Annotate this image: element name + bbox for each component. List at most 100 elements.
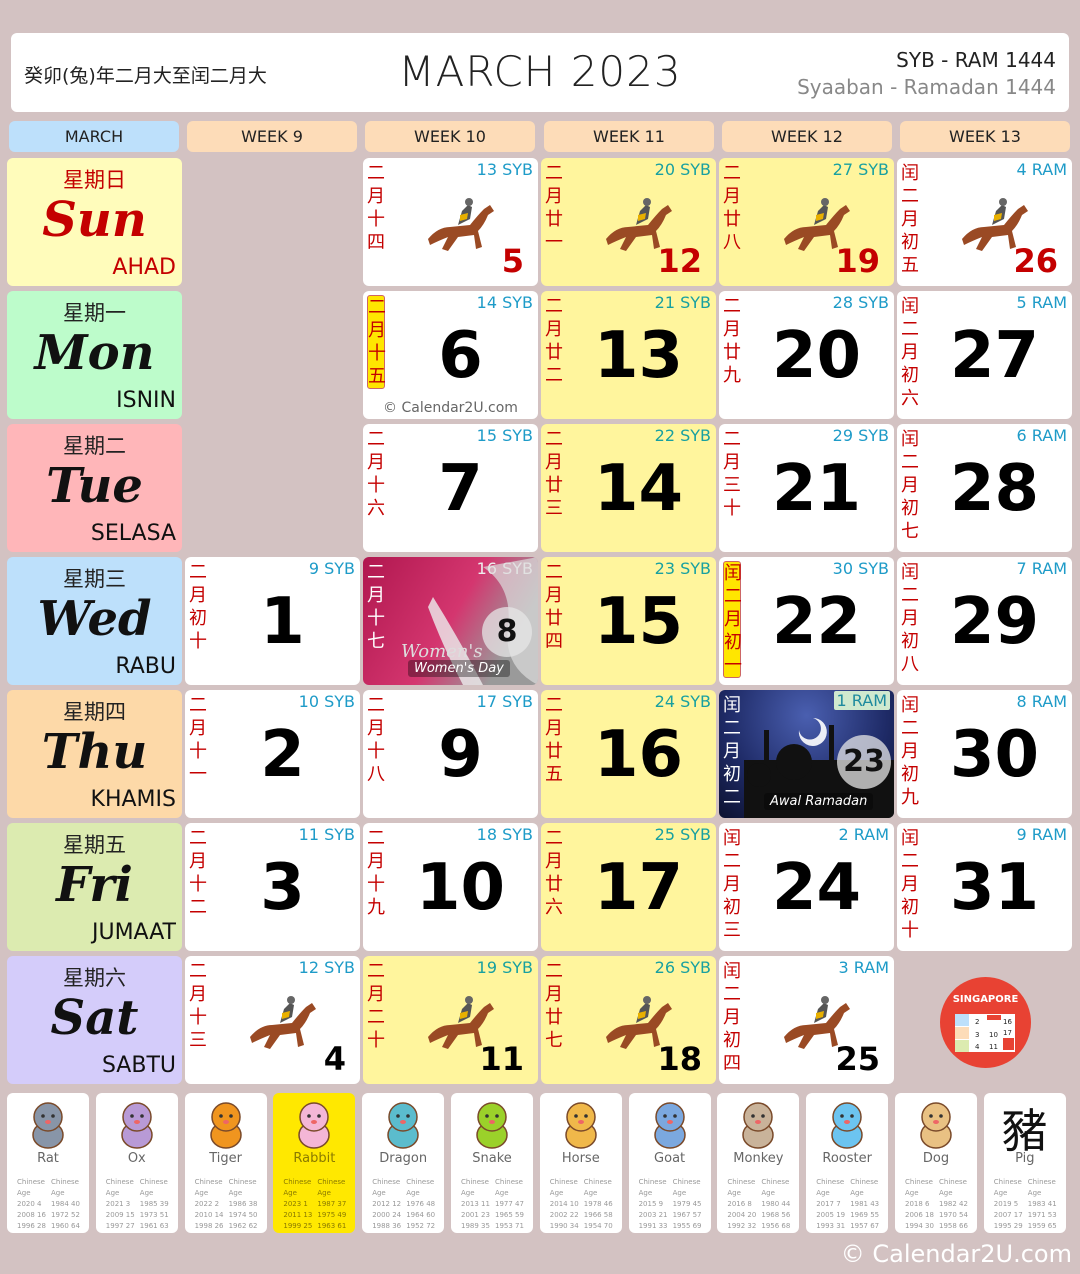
date-cell[interactable]: 29 SYB 二月三十 21 bbox=[719, 424, 894, 552]
zodiac-age-table: Chinese Chinese Age Age 2018 6 1982 42 200… bbox=[905, 1177, 977, 1232]
date-cell[interactable]: 26 SYB 二月廿七 18 bbox=[541, 956, 716, 1084]
singapore-calendar-badge[interactable]: SINGAPORE 2 3 10 4 11 16 17 bbox=[940, 977, 1031, 1068]
date-cell[interactable]: 11 SYB 二月十二 3 bbox=[185, 823, 360, 951]
rooster-icon bbox=[831, 1102, 863, 1149]
horse-icon bbox=[565, 1102, 597, 1149]
date-cell[interactable]: 3 RAM 闰二月初四 25 bbox=[719, 956, 894, 1084]
zodiac-name: Monkey bbox=[733, 1151, 784, 1166]
date-cell[interactable]: 22 SYB 二月廿三 14 bbox=[541, 424, 716, 552]
week-header: WEEK 12 bbox=[722, 121, 892, 152]
zodiac-card-ox: Ox Chinese Chinese Age Age 2021 3 1985 39 … bbox=[95, 1093, 178, 1233]
zodiac-age-row: 1997 27 1961 63 bbox=[105, 1222, 169, 1230]
goat-icon bbox=[653, 1102, 686, 1149]
day-name-english: Thu bbox=[41, 724, 148, 780]
date-cell[interactable]: 19 SYB 二月二十 11 bbox=[363, 956, 538, 1084]
zodiac-age-row: 2007 17 1971 53 bbox=[993, 1211, 1057, 1219]
date-cell[interactable]: 7 RAM 闰二月初八 29 bbox=[897, 557, 1072, 685]
date-cell[interactable]: 20 SYB 二月廿一 12 bbox=[541, 158, 716, 286]
zodiac-age-row: 1999 25 1963 61 bbox=[283, 1222, 347, 1230]
event-caption: Awal Ramadan bbox=[764, 793, 874, 810]
date-cell[interactable]: 28 SYB 二月廿九 20 bbox=[719, 291, 894, 419]
zodiac-age-row: 2012 12 1976 48 bbox=[372, 1200, 436, 1208]
zodiac-age-row: 1990 34 1954 70 bbox=[549, 1222, 613, 1230]
hijri-date: 28 SYB bbox=[832, 293, 889, 312]
date-cell[interactable]: 8 RAM 闰二月初九 30 bbox=[897, 690, 1072, 818]
date-cell[interactable]: 18 SYB 二月十九 10 bbox=[363, 823, 538, 951]
date-cell[interactable]: 12 SYB 二月十三 4 bbox=[185, 956, 360, 1084]
date-cell[interactable]: 1 RAM 闰二月初二 23 Awal Ramadan bbox=[719, 690, 894, 818]
svg-text:11: 11 bbox=[989, 1043, 998, 1051]
date-cell[interactable]: 10 SYB 二月十一 2 bbox=[185, 690, 360, 818]
zodiac-name: Pig bbox=[1015, 1151, 1035, 1166]
hijri-date: 17 SYB bbox=[476, 692, 533, 711]
day-number: 30 bbox=[949, 718, 1040, 792]
zodiac-name: Dragon bbox=[379, 1151, 428, 1166]
date-cell[interactable]: 24 SYB 二月廿五 16 bbox=[541, 690, 716, 818]
zodiac-card-pig: 豬 Pig Chinese Chinese Age Age 2019 5 1983 4… bbox=[983, 1093, 1066, 1233]
hijri-date: 5 RAM bbox=[1016, 293, 1067, 312]
day-number: 20 bbox=[771, 319, 862, 393]
day-label-sat: 星期六 Sat SABTU bbox=[7, 956, 182, 1084]
date-cell[interactable]: 17 SYB 二月十八 9 bbox=[363, 690, 538, 818]
zodiac-age-row: 1992 32 1956 68 bbox=[727, 1222, 791, 1230]
day-number: 29 bbox=[949, 585, 1040, 659]
zodiac-age-row: 2001 23 1965 59 bbox=[461, 1211, 524, 1219]
day-name-malay: ISNIN bbox=[116, 388, 176, 413]
date-cell[interactable]: 5 RAM 闰二月初六 27 bbox=[897, 291, 1072, 419]
zodiac-age-row: 2008 16 1972 52 bbox=[17, 1211, 80, 1219]
dog-icon bbox=[920, 1102, 952, 1149]
lunar-date: 二月廿一 bbox=[545, 163, 563, 253]
day-name-chinese: 星期四 bbox=[63, 700, 126, 724]
hijri-date: 25 SYB bbox=[654, 825, 711, 844]
day-name-malay: JUMAAT bbox=[91, 920, 176, 945]
date-cell[interactable]: 15 SYB 二月十六 7 bbox=[363, 424, 538, 552]
date-cell[interactable]: 9 SYB 二月初十 1 bbox=[185, 557, 360, 685]
day-name-chinese: 星期三 bbox=[63, 567, 126, 591]
zodiac-age-row: 2000 24 1964 60 bbox=[372, 1211, 436, 1219]
zodiac-age-row: 2015 9 1979 45 bbox=[638, 1200, 702, 1208]
hijri-date: 8 RAM bbox=[1016, 692, 1067, 711]
zodiac-age-table: Chinese Chinese Age Age 2019 5 1983 41 200… bbox=[994, 1177, 1066, 1232]
zodiac-card-monkey: Monkey Chinese Chinese Age Age 2016 8 1980… bbox=[717, 1093, 800, 1233]
hijri-date: 18 SYB bbox=[476, 825, 533, 844]
date-cell[interactable]: 14 SYB 二月十五 6 © Calendar2U.com bbox=[363, 291, 538, 419]
hijri-date: 22 SYB bbox=[654, 426, 711, 445]
zodiac-card-rabbit: Rabbit Chinese Chinese Age Age 2023 1 1987… bbox=[273, 1093, 356, 1233]
day-name-chinese: 星期日 bbox=[63, 168, 126, 192]
day-name-chinese: 星期一 bbox=[63, 301, 126, 325]
week-header: WEEK 11 bbox=[544, 121, 714, 152]
zodiac-age-table: Chinese Chinese Age Age 2012 12 1976 48 20… bbox=[372, 1177, 444, 1232]
date-cell[interactable]: 30 SYB 闰二月初一 22 bbox=[719, 557, 894, 685]
day-number: 3 bbox=[260, 851, 305, 925]
date-cell[interactable]: 27 SYB 二月廿八 19 bbox=[719, 158, 894, 286]
date-cell[interactable]: 9 RAM 闰二月初十 31 bbox=[897, 823, 1072, 951]
day-label-thu: 星期四 Thu KHAMIS bbox=[7, 690, 182, 818]
zodiac-name: Rooster bbox=[822, 1151, 872, 1166]
horse-racing-icon bbox=[428, 198, 494, 251]
day-name-malay: AHAD bbox=[112, 255, 176, 280]
date-cell[interactable]: 6 RAM 闰二月初七 28 bbox=[897, 424, 1072, 552]
hijri-date: 21 SYB bbox=[654, 293, 711, 312]
day-number: 15 bbox=[593, 585, 684, 659]
date-cell[interactable]: 23 SYB 二月廿四 15 bbox=[541, 557, 716, 685]
day-number: 24 bbox=[771, 851, 862, 925]
hijri-date: 15 SYB bbox=[476, 426, 533, 445]
day-number: 17 bbox=[593, 851, 684, 925]
hijri-date: 9 RAM bbox=[1016, 825, 1067, 844]
day-label-mon: 星期一 Mon ISNIN bbox=[7, 291, 182, 419]
date-cell[interactable]: 13 SYB 二月十四 5 bbox=[363, 158, 538, 286]
day-number: 13 bbox=[593, 319, 684, 393]
day-name-malay: KHAMIS bbox=[90, 787, 176, 812]
hijri-long: Syaaban - Ramadan 1444 bbox=[797, 75, 1056, 99]
date-cell[interactable]: 16 SYB二月十七 Women's 8Women's Day bbox=[363, 557, 538, 685]
ox-icon bbox=[121, 1102, 153, 1149]
date-cell[interactable]: 25 SYB 二月廿六 17 bbox=[541, 823, 716, 951]
day-label-wed: 星期三 Wed RABU bbox=[7, 557, 182, 685]
day-number: 18 bbox=[657, 1040, 702, 1078]
date-cell[interactable]: 2 RAM 闰二月初三 24 bbox=[719, 823, 894, 951]
hijri-date: 29 SYB bbox=[832, 426, 889, 445]
date-cell[interactable]: 4 RAM 闰二月初五 26 bbox=[897, 158, 1072, 286]
week-header: WEEK 9 bbox=[187, 121, 357, 152]
date-cell[interactable]: 21 SYB 二月廿二 13 bbox=[541, 291, 716, 419]
zodiac-age-row: 1996 28 1960 64 bbox=[17, 1222, 80, 1230]
